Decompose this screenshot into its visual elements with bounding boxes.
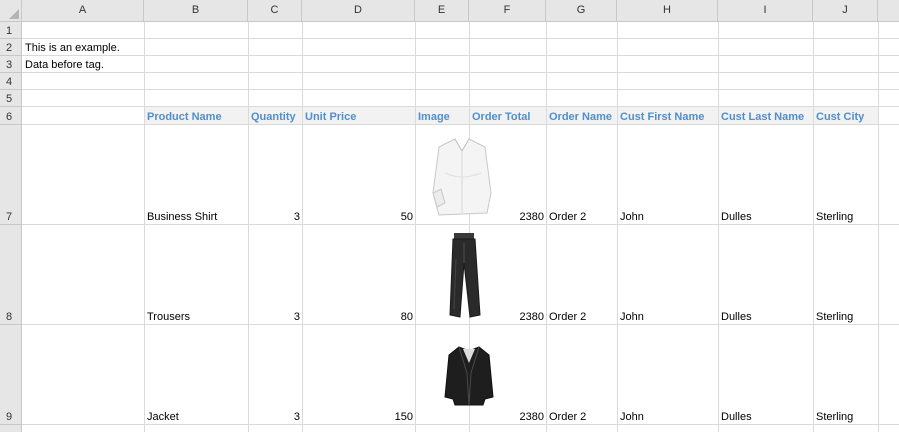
cell-cust-last-name[interactable]: Dulles (721, 310, 752, 324)
row-number: 3 (6, 59, 13, 71)
row-number: 7 (6, 211, 13, 223)
row-header-9[interactable]: 9 (0, 325, 22, 425)
row-header-6[interactable]: 6 (0, 107, 22, 125)
cell-unit-price[interactable]: 50 (304, 210, 413, 224)
gridline (22, 124, 899, 125)
row-header-1[interactable]: 1 (0, 22, 22, 39)
header-cust-city[interactable]: Cust City (816, 110, 864, 124)
gridline (22, 38, 899, 39)
gridline (22, 224, 899, 225)
gridline (22, 324, 899, 325)
cell-quantity[interactable]: 3 (250, 210, 300, 224)
header-cust-first-name[interactable]: Cust First Name (620, 110, 704, 124)
column-header-a[interactable]: A (22, 0, 144, 22)
spreadsheet-grid: A B C D E F G H I J 1 2 3 4 5 6 7 8 9 Th… (0, 0, 899, 432)
cell-unit-price[interactable]: 80 (304, 310, 413, 324)
gridline (813, 22, 814, 432)
row-header-overflow (0, 425, 22, 432)
gridline (22, 55, 899, 56)
header-product-name[interactable]: Product Name (147, 110, 222, 124)
row-header-4[interactable]: 4 (0, 73, 22, 90)
header-image[interactable]: Image (418, 110, 450, 124)
gridline (878, 22, 879, 432)
gridline (22, 89, 899, 90)
column-header-c[interactable]: C (248, 0, 302, 22)
row-number: 6 (6, 111, 13, 123)
gridline (302, 22, 303, 432)
row-number: 5 (6, 93, 13, 105)
cell-order-name[interactable]: Order 2 (549, 210, 586, 224)
cell-cust-first-name[interactable]: John (620, 410, 644, 424)
row-number: 1 (6, 25, 13, 37)
gridline (718, 22, 719, 432)
column-header-b[interactable]: B (144, 0, 248, 22)
cell-cust-city[interactable]: Sterling (816, 310, 853, 324)
header-order-name[interactable]: Order Name (549, 110, 612, 124)
column-header-f[interactable]: F (469, 0, 546, 22)
row-header-3[interactable]: 3 (0, 56, 22, 73)
cell-cust-city[interactable]: Sterling (816, 410, 853, 424)
column-header-j[interactable]: J (813, 0, 878, 22)
cell-cust-last-name[interactable]: Dulles (721, 410, 752, 424)
row-header-2[interactable]: 2 (0, 39, 22, 56)
gridline (22, 72, 899, 73)
gridline (617, 22, 618, 432)
header-unit-price[interactable]: Unit Price (305, 110, 356, 124)
cell-a2[interactable]: This is an example. (25, 41, 120, 55)
gridline (546, 22, 547, 432)
column-header-overflow (878, 0, 899, 22)
row-header-7[interactable]: 7 (0, 125, 22, 225)
cell-product-name[interactable]: Trousers (147, 310, 190, 324)
cell-product-name[interactable]: Business Shirt (147, 210, 217, 224)
column-header-i[interactable]: I (718, 0, 813, 22)
jacket-image[interactable] (443, 343, 495, 409)
cell-cust-last-name[interactable]: Dulles (721, 210, 752, 224)
header-cust-last-name[interactable]: Cust Last Name (721, 110, 804, 124)
column-header-g[interactable]: G (546, 0, 617, 22)
column-header-h[interactable]: H (617, 0, 718, 22)
trousers-image[interactable] (440, 229, 486, 321)
row-number: 4 (6, 76, 13, 88)
gridline (22, 106, 899, 107)
cell-product-name[interactable]: Jacket (147, 410, 179, 424)
cell-quantity[interactable]: 3 (250, 310, 300, 324)
row-header-8[interactable]: 8 (0, 225, 22, 325)
select-all-button[interactable] (0, 0, 22, 22)
row-number: 8 (6, 311, 13, 323)
cell-order-name[interactable]: Order 2 (549, 310, 586, 324)
column-header-d[interactable]: D (302, 0, 415, 22)
cell-quantity[interactable]: 3 (250, 410, 300, 424)
row-number: 2 (6, 42, 13, 54)
gridline (248, 22, 249, 432)
cell-unit-price[interactable]: 150 (304, 410, 413, 424)
header-quantity[interactable]: Quantity (251, 110, 296, 124)
cell-cust-city[interactable]: Sterling (816, 210, 853, 224)
cell-a3[interactable]: Data before tag. (25, 58, 104, 72)
gridline (22, 424, 899, 425)
row-header-5[interactable]: 5 (0, 90, 22, 107)
select-all-triangle-icon (9, 9, 19, 19)
cell-order-total[interactable]: 2380 (471, 410, 544, 424)
shirt-image[interactable] (427, 133, 497, 219)
cell-cust-first-name[interactable]: John (620, 310, 644, 324)
header-order-total[interactable]: Order Total (472, 110, 530, 124)
cell-cust-first-name[interactable]: John (620, 210, 644, 224)
gridline (144, 22, 145, 432)
cell-order-name[interactable]: Order 2 (549, 410, 586, 424)
row-number: 9 (6, 411, 13, 423)
gridline (415, 22, 416, 432)
column-header-e[interactable]: E (415, 0, 469, 22)
